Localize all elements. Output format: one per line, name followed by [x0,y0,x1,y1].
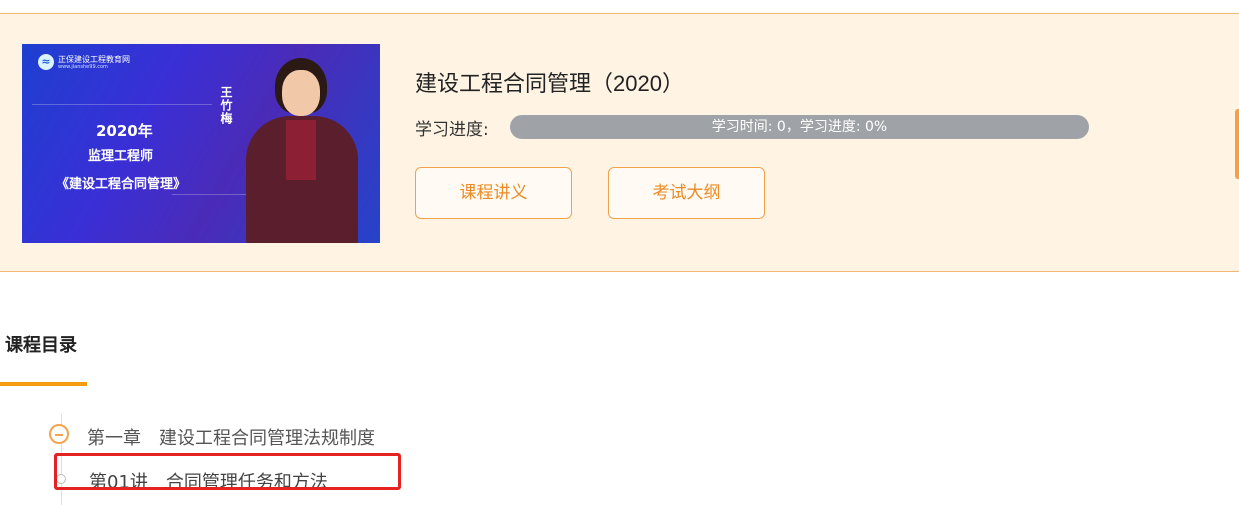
chapter-item[interactable]: 第一章 建设工程合同管理法规制度 [87,424,375,450]
cover-subject: 《建设工程合同管理》 [56,177,187,192]
course-title: 建设工程合同管理（2020） [415,71,684,96]
cover-teacher-name: 王竹梅 [219,86,233,125]
exam-syllabus-button[interactable]: 考试大纲 [608,167,765,219]
course-header: ≈ 正保建设工程教育网 www.jianshe99.com 2020年 监理工程… [0,13,1239,272]
progress-bar: 学习时间: 0，学习进度: 0% [510,115,1089,139]
cover-decoration [32,104,212,105]
highlight-annotation [54,453,401,490]
catalog-title-underline [0,382,87,386]
cover-year: 2020年 [96,122,153,140]
cover-brand: ≈ 正保建设工程教育网 www.jianshe99.com [38,54,130,70]
cover-brand-url: www.jianshe99.com [58,63,108,70]
course-cover-image[interactable]: ≈ 正保建设工程教育网 www.jianshe99.com 2020年 监理工程… [22,44,380,243]
brand-logo-icon: ≈ [38,54,54,70]
teacher-photo [242,58,362,243]
side-tab[interactable] [1235,109,1239,179]
catalog-title: 课程目录 [5,335,77,356]
cover-brand-name: 正保建设工程教育网 [58,54,130,64]
collapse-icon[interactable] [49,424,69,444]
progress-text: 学习时间: 0，学习进度: 0% [711,119,888,135]
cover-decoration [172,194,252,195]
cover-exam: 监理工程师 [88,149,154,164]
course-handout-button[interactable]: 课程讲义 [415,167,572,219]
progress-label: 学习进度: [415,120,489,140]
